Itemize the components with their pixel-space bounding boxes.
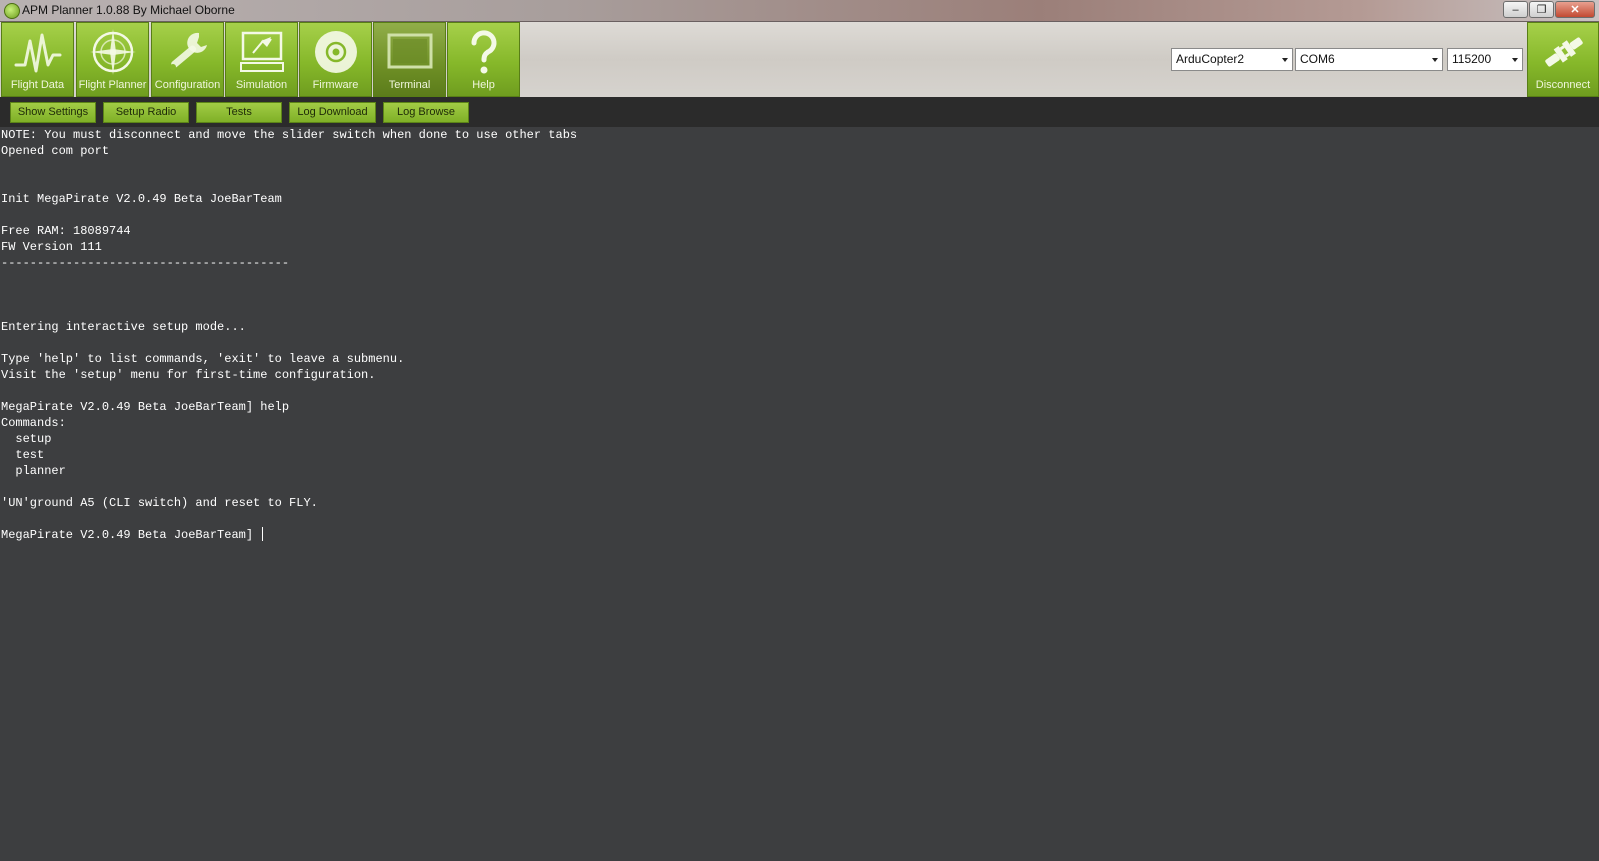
compass-icon bbox=[90, 29, 136, 75]
app-logo-icon bbox=[4, 3, 20, 19]
terminal-line: Visit the 'setup' menu for first-time co… bbox=[1, 368, 376, 382]
nav-terminal[interactable]: Terminal bbox=[373, 22, 446, 97]
terminal-line: 'UN'ground A5 (CLI switch) and reset to … bbox=[1, 496, 318, 510]
terminal-line: ---------------------------------------- bbox=[1, 256, 290, 270]
disc-icon bbox=[315, 31, 357, 73]
setup-radio-button[interactable]: Setup Radio bbox=[103, 102, 189, 123]
nav-label: Flight Data bbox=[10, 79, 65, 91]
main-toolbar: Flight Data Flight Planner Configuration… bbox=[0, 22, 1599, 97]
terminal-line: MegaPirate V2.0.49 Beta JoeBarTeam] help bbox=[1, 400, 290, 414]
nav-label: Terminal bbox=[388, 79, 431, 91]
chevron-down-icon bbox=[1432, 58, 1438, 62]
terminal-screen-icon bbox=[387, 33, 433, 69]
terminal-line: Opened com port bbox=[1, 144, 110, 158]
monitor-plane-icon bbox=[240, 31, 284, 72]
terminal-prompt-line[interactable]: MegaPirate V2.0.49 Beta JoeBarTeam] bbox=[0, 527, 1599, 543]
wrench-icon bbox=[170, 32, 207, 70]
plug-disconnect-icon bbox=[1545, 37, 1583, 67]
pulse-icon bbox=[14, 33, 62, 73]
tests-button[interactable]: Tests bbox=[196, 102, 282, 123]
terminal-prompt: MegaPirate V2.0.49 Beta JoeBarTeam] bbox=[1, 528, 261, 542]
chevron-down-icon bbox=[1282, 58, 1288, 62]
terminal-line: Commands: bbox=[1, 416, 66, 430]
chevron-down-icon bbox=[1512, 58, 1518, 62]
terminal-line: planner bbox=[1, 464, 66, 478]
show-settings-button[interactable]: Show Settings bbox=[10, 102, 96, 123]
vehicle-select[interactable]: ArduCopter2 bbox=[1171, 48, 1293, 71]
nav-flight-data[interactable]: Flight Data bbox=[1, 22, 74, 97]
baud-select[interactable]: 115200 bbox=[1447, 48, 1523, 71]
nav-label: Configuration bbox=[154, 79, 221, 91]
nav-configuration[interactable]: Configuration bbox=[151, 22, 224, 97]
close-button[interactable]: ✕ bbox=[1555, 1, 1595, 18]
nav-label: Flight Planner bbox=[78, 79, 147, 91]
port-value: COM6 bbox=[1300, 52, 1335, 66]
nav-help[interactable]: Help bbox=[447, 22, 520, 97]
log-download-button[interactable]: Log Download bbox=[289, 102, 376, 123]
restore-button[interactable]: ❐ bbox=[1529, 1, 1554, 18]
terminal-line: Entering interactive setup mode... bbox=[1, 320, 246, 334]
disconnect-label: Disconnect bbox=[1535, 79, 1591, 91]
terminal-line: setup bbox=[1, 432, 52, 446]
minimize-button[interactable]: – bbox=[1503, 1, 1528, 18]
window-title: APM Planner 1.0.88 By Michael Oborne bbox=[22, 3, 235, 17]
terminal-line: Free RAM: 18089744 bbox=[1, 224, 131, 238]
baud-value: 115200 bbox=[1452, 52, 1492, 66]
title-bar: APM Planner 1.0.88 By Michael Oborne – ❐… bbox=[0, 0, 1599, 22]
nav-simulation[interactable]: Simulation bbox=[225, 22, 298, 97]
nav-label: Firmware bbox=[312, 79, 359, 91]
disconnect-button[interactable]: Disconnect bbox=[1527, 22, 1599, 97]
window-controls: – ❐ ✕ bbox=[1502, 1, 1595, 19]
question-icon bbox=[471, 30, 497, 74]
terminal-line: Type 'help' to list commands, 'exit' to … bbox=[1, 352, 405, 366]
terminal-line: FW Version 111 bbox=[1, 240, 102, 254]
terminal-output[interactable]: NOTE: You must disconnect and move the s… bbox=[0, 127, 1599, 861]
vehicle-value: ArduCopter2 bbox=[1176, 52, 1245, 66]
terminal-line: test bbox=[1, 448, 45, 462]
nav-label: Simulation bbox=[235, 79, 288, 91]
port-select[interactable]: COM6 bbox=[1295, 48, 1443, 71]
log-browse-button[interactable]: Log Browse bbox=[383, 102, 469, 123]
text-cursor bbox=[262, 527, 264, 541]
nav-flight-planner[interactable]: Flight Planner bbox=[76, 22, 149, 97]
terminal-line: NOTE: You must disconnect and move the s… bbox=[1, 128, 578, 142]
nav-label: Help bbox=[472, 79, 495, 91]
terminal-line: Init MegaPirate V2.0.49 Beta JoeBarTeam bbox=[1, 192, 282, 206]
nav-firmware[interactable]: Firmware bbox=[299, 22, 372, 97]
terminal-toolbar: Show Settings Setup Radio Tests Log Down… bbox=[0, 97, 1599, 127]
